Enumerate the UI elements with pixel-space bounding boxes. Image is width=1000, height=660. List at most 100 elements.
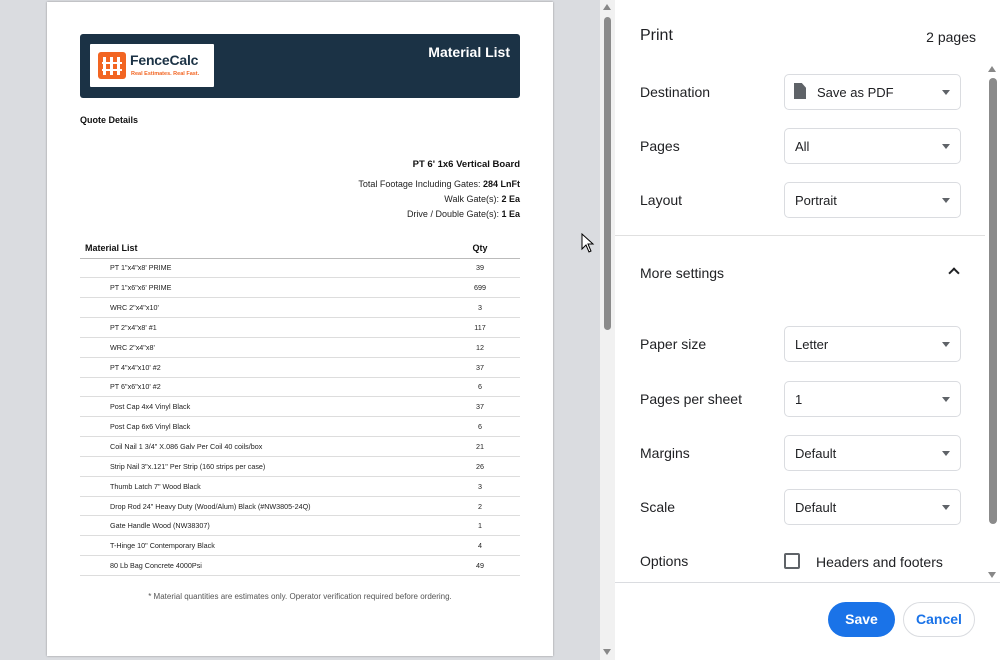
- headers-footers-label[interactable]: Headers and footers: [816, 554, 943, 570]
- scroll-up-arrow-icon[interactable]: [603, 4, 611, 10]
- qty-cell: 699: [440, 277, 520, 299]
- table-row: Gate Handle Wood (NW38307) 1: [80, 515, 520, 537]
- document-title: Material List: [428, 44, 510, 60]
- pages-value: All: [795, 139, 810, 154]
- table-row: WRC 2"x4"x8' 12: [80, 337, 520, 358]
- layout-value: Portrait: [795, 193, 837, 208]
- material-name-cell: Thumb Latch 7" Wood Black: [80, 476, 440, 497]
- product-name: PT 6' 1x6 Vertical Board: [412, 159, 520, 170]
- dropdown-arrow-icon: [942, 198, 950, 203]
- qty-cell: 2: [440, 496, 520, 517]
- material-name-cell: Coil Nail 1 3/4" X.086 Galv Per Coil 40 …: [80, 436, 440, 457]
- qty-cell: 49: [440, 555, 520, 576]
- settings-scrollbar[interactable]: [985, 60, 1000, 582]
- table-row: Coil Nail 1 3/4" X.086 Galv Per Coil 40 …: [80, 436, 520, 457]
- headers-footers-checkbox[interactable]: [784, 553, 800, 569]
- qty-column-header: Qty: [440, 238, 520, 259]
- scale-select[interactable]: Default: [784, 489, 961, 525]
- table-row: Post Cap 6x6 Vinyl Black 6: [80, 416, 520, 438]
- summary-line: Walk Gate(s): 2 Ea: [444, 194, 520, 204]
- material-name-cell: PT 2"x4"x8' #1: [80, 317, 440, 338]
- scroll-down-arrow-icon[interactable]: [988, 572, 996, 578]
- qty-cell: 37: [440, 357, 520, 378]
- dropdown-arrow-icon: [942, 505, 950, 510]
- fencecalc-logo: FenceCalc Real Estimates. Real Fast.: [90, 44, 214, 87]
- pages-per-sheet-label: Pages per sheet: [640, 391, 742, 407]
- material-name-cell: Strip Nail 3"x.121" Per Strip (160 strip…: [80, 456, 440, 477]
- table-row: Thumb Latch 7" Wood Black 3: [80, 476, 520, 497]
- pages-select[interactable]: All: [784, 128, 961, 164]
- qty-cell: 3: [440, 476, 520, 497]
- material-name-cell: Drop Rod 24" Heavy Duty (Wood/Alum) Blac…: [80, 496, 440, 517]
- margins-label: Margins: [640, 445, 690, 461]
- margins-select[interactable]: Default: [784, 435, 961, 471]
- pages-per-sheet-value: 1: [795, 392, 803, 407]
- print-settings-panel: Print 2 pages Destination Save as PDF Pa…: [615, 0, 1000, 660]
- scale-value: Default: [795, 500, 837, 515]
- material-name-cell: Gate Handle Wood (NW38307): [80, 515, 440, 537]
- cancel-button[interactable]: Cancel: [903, 602, 975, 637]
- qty-cell: 117: [440, 317, 520, 338]
- paper-size-label: Paper size: [640, 336, 707, 352]
- table-row: Drop Rod 24" Heavy Duty (Wood/Alum) Blac…: [80, 496, 520, 517]
- chevron-up-icon: [948, 267, 960, 279]
- table-row: PT 2"x4"x8' #1 117: [80, 317, 520, 338]
- material-name-cell: Post Cap 6x6 Vinyl Black: [80, 416, 440, 438]
- settings-scrollbar-thumb[interactable]: [989, 78, 997, 524]
- table-row: 80 Lb Bag Concrete 4000Psi 49: [80, 555, 520, 576]
- more-settings-toggle[interactable]: More settings: [615, 252, 985, 292]
- pages-label: Pages: [640, 138, 680, 154]
- mouse-pointer-icon: [581, 233, 595, 253]
- table-row: T-Hinge 10" Contemporary Black 4: [80, 535, 520, 557]
- paper-size-select[interactable]: Letter: [784, 326, 961, 362]
- destination-label: Destination: [640, 84, 711, 100]
- more-settings-label: More settings: [640, 265, 725, 281]
- margins-value: Default: [795, 446, 837, 461]
- qty-cell: 1: [440, 515, 520, 537]
- destination-value: Save as PDF: [817, 85, 894, 100]
- pages-per-sheet-select[interactable]: 1: [784, 381, 961, 417]
- qty-cell: 4: [440, 535, 520, 557]
- print-preview-area: FenceCalc Real Estimates. Real Fast. Mat…: [0, 0, 600, 660]
- disclaimer-footnote: * Material quantities are estimates only…: [148, 592, 452, 601]
- save-button[interactable]: Save: [828, 602, 895, 637]
- scroll-down-arrow-icon[interactable]: [603, 649, 611, 655]
- logo-tagline: Real Estimates. Real Fast.: [131, 71, 200, 77]
- preview-scrollbar-thumb[interactable]: [604, 17, 611, 330]
- document-header: FenceCalc Real Estimates. Real Fast. Mat…: [80, 34, 520, 98]
- preview-page: FenceCalc Real Estimates. Real Fast. Mat…: [47, 2, 553, 656]
- logo-name: FenceCalc: [130, 52, 199, 68]
- layout-select[interactable]: Portrait: [784, 182, 961, 218]
- qty-cell: 39: [440, 258, 520, 279]
- material-name-cell: PT 1"x6"x6' PRIME: [80, 277, 440, 299]
- material-name-cell: 80 Lb Bag Concrete 4000Psi: [80, 555, 440, 576]
- quote-details-heading: Quote Details: [80, 115, 139, 125]
- dialog-footer: Save Cancel: [615, 582, 1000, 660]
- table-row: PT 6"x6"x10' #2 6: [80, 377, 520, 398]
- qty-cell: 6: [440, 377, 520, 398]
- material-column-header: Material List: [80, 238, 440, 259]
- table-row: PT 1"x4"x8' PRIME 39: [80, 258, 520, 279]
- material-name-cell: PT 1"x4"x8' PRIME: [80, 258, 440, 279]
- material-name-cell: WRC 2"x4"x8': [80, 337, 440, 358]
- material-table: Material List Qty PT 1"x4"x8' PRIME 39 PT …: [80, 238, 520, 576]
- table-row: PT 4"x4"x10' #2 37: [80, 357, 520, 378]
- destination-select[interactable]: Save as PDF: [784, 74, 961, 110]
- options-label: Options: [640, 553, 689, 569]
- scale-label: Scale: [640, 499, 676, 515]
- table-row: Post Cap 4x4 Vinyl Black 37: [80, 396, 520, 418]
- material-name-cell: T-Hinge 10" Contemporary Black: [80, 535, 440, 557]
- scroll-up-arrow-icon[interactable]: [988, 66, 996, 72]
- table-row: Strip Nail 3"x.121" Per Strip (160 strip…: [80, 456, 520, 477]
- qty-cell: 37: [440, 396, 520, 418]
- preview-scrollbar[interactable]: [600, 0, 615, 660]
- dropdown-arrow-icon: [942, 451, 950, 456]
- page-count: 2 pages: [926, 29, 976, 45]
- table-header-row: Material List Qty: [80, 238, 520, 259]
- material-name-cell: WRC 2"x4"x10': [80, 297, 440, 319]
- print-dialog-title: Print: [640, 27, 673, 44]
- qty-cell: 3: [440, 297, 520, 319]
- summary-line: Total Footage Including Gates: 284 LnFt: [358, 179, 520, 189]
- dropdown-arrow-icon: [942, 397, 950, 402]
- dropdown-arrow-icon: [942, 90, 950, 95]
